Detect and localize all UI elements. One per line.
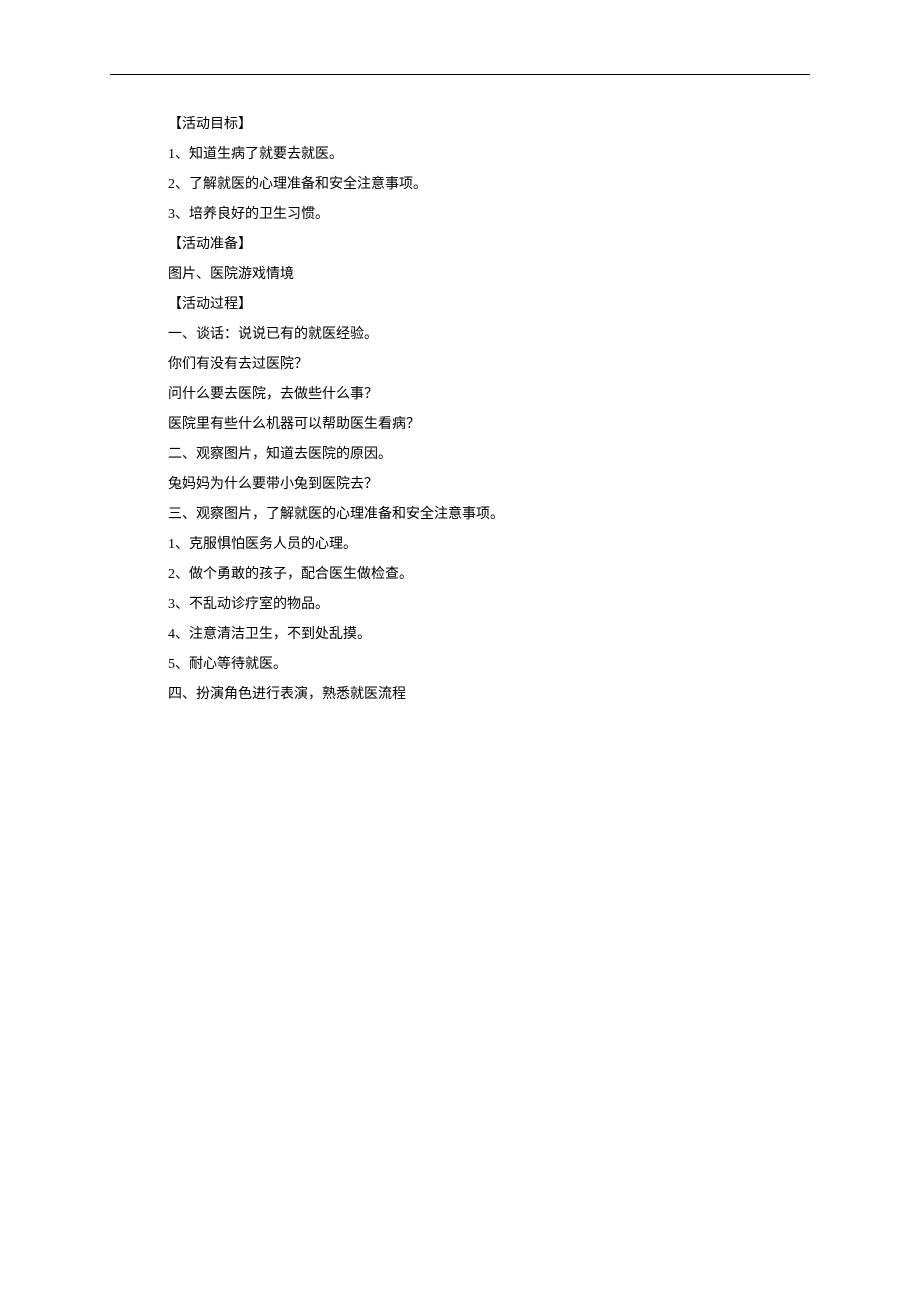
- process-item: 四、扮演角色进行表演，熟悉就医流程: [168, 681, 810, 709]
- process-item: 兔妈妈为什么要带小兔到医院去？: [168, 471, 810, 499]
- process-item: 3、不乱动诊疗室的物品。: [168, 591, 810, 619]
- goals-item: 1、知道生病了就要去就医。: [168, 141, 810, 169]
- goals-item: 3、培养良好的卫生习惯。: [168, 201, 810, 229]
- process-item: 问什么要去医院，去做些什么事？: [168, 381, 810, 409]
- process-item: 一、谈话：说说已有的就医经验。: [168, 321, 810, 349]
- document-content: 【活动目标】 1、知道生病了就要去就医。 2、了解就医的心理准备和安全注意事项。…: [110, 111, 810, 709]
- section-heading-preparation: 【活动准备】: [168, 231, 810, 259]
- process-item: 三、观察图片，了解就医的心理准备和安全注意事项。: [168, 501, 810, 529]
- process-item: 你们有没有去过医院？: [168, 351, 810, 379]
- process-item: 4、注意清洁卫生，不到处乱摸。: [168, 621, 810, 649]
- preparation-item: 图片、医院游戏情境: [168, 261, 810, 289]
- process-item: 二、观察图片，知道去医院的原因。: [168, 441, 810, 469]
- goals-item: 2、了解就医的心理准备和安全注意事项。: [168, 171, 810, 199]
- header-divider: [110, 74, 810, 75]
- process-item: 5、耐心等待就医。: [168, 651, 810, 679]
- section-heading-goals: 【活动目标】: [168, 111, 810, 139]
- document-page: 【活动目标】 1、知道生病了就要去就医。 2、了解就医的心理准备和安全注意事项。…: [0, 0, 920, 751]
- process-item: 2、做个勇敢的孩子，配合医生做检查。: [168, 561, 810, 589]
- process-item: 1、克服惧怕医务人员的心理。: [168, 531, 810, 559]
- section-heading-process: 【活动过程】: [168, 291, 810, 319]
- process-item: 医院里有些什么机器可以帮助医生看病？: [168, 411, 810, 439]
